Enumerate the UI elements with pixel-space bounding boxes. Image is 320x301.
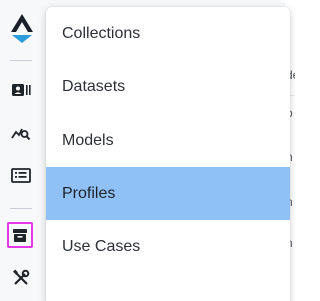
logo-icon[interactable] <box>8 12 36 44</box>
navigation-dropdown-menu: Collections Datasets Models Profiles Use… <box>46 7 290 301</box>
list-panel-icon[interactable] <box>8 163 34 189</box>
sidebar-rail <box>0 0 44 301</box>
chart-search-icon[interactable] <box>8 120 34 146</box>
menu-item-models[interactable]: Models <box>46 114 290 167</box>
archive-box-icon[interactable] <box>7 222 33 248</box>
rail-divider <box>10 208 32 209</box>
menu-item-profiles[interactable]: Profiles <box>46 167 290 220</box>
menu-item-use-cases[interactable]: Use Cases <box>46 220 290 273</box>
app-window: de o n n n <box>0 0 295 301</box>
menu-item-datasets[interactable]: Datasets <box>46 60 290 113</box>
contact-card-icon[interactable] <box>8 77 34 103</box>
menu-item-collections[interactable]: Collections <box>46 7 290 60</box>
rail-divider <box>10 60 32 61</box>
tools-icon[interactable] <box>8 265 34 291</box>
